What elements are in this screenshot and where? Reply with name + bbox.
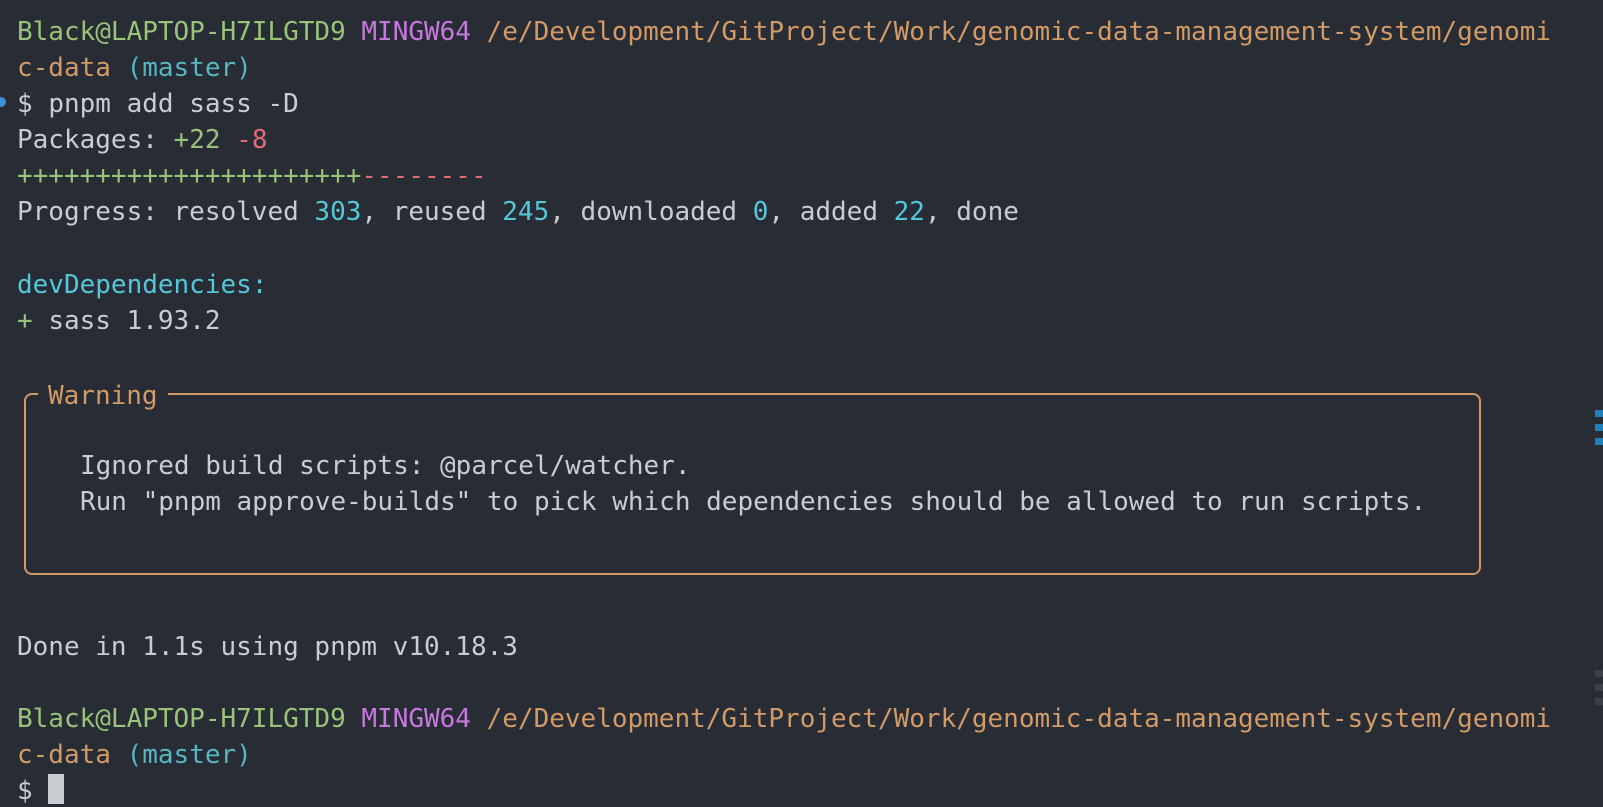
input-prompt-line[interactable]: $ xyxy=(17,773,33,807)
progress-downloaded: 0 xyxy=(752,197,769,227)
prompt-line-wrap-2: c-data (master) xyxy=(17,737,252,773)
command-line: $ pnpm add sass -D xyxy=(17,86,299,122)
dev-dependencies-header: devDependencies: xyxy=(17,270,268,300)
scroll-marker xyxy=(1595,424,1603,431)
progress-bar-line: ++++++++++++++++++++++-------- xyxy=(17,158,487,194)
prompt-path-wrap: c-data xyxy=(17,53,111,83)
prompt-user-2: Black@LAPTOP-H7ILGTD9 xyxy=(17,704,346,734)
progress-reused: 245 xyxy=(502,197,550,227)
prompt-line-2: Black@LAPTOP-H7ILGTD9 MINGW64 /e/Develop… xyxy=(17,701,1551,737)
command-status-marker[interactable] xyxy=(0,97,6,107)
progress-bar-minus: -------- xyxy=(361,161,487,191)
packages-line: Packages: +22 -8 xyxy=(17,122,267,158)
warning-line-2: Run "pnpm approve-builds" to pick which … xyxy=(80,487,1427,517)
done-line: Done in 1.1s using pnpm v10.18.3 xyxy=(17,629,518,665)
prompt-line: Black@LAPTOP-H7ILGTD9 MINGW64 /e/Develop… xyxy=(17,14,1551,50)
prompt-env-2: MINGW64 xyxy=(361,704,471,734)
progress-label: Progress: resolved xyxy=(17,197,299,227)
packages-removed: -8 xyxy=(236,125,268,155)
progress-downloaded-label: , downloaded xyxy=(549,197,738,227)
scrollbar[interactable] xyxy=(1593,0,1603,807)
text-cursor[interactable] xyxy=(48,774,64,804)
progress-resolved: 303 xyxy=(314,197,362,227)
terminal-window[interactable]: Black@LAPTOP-H7ILGTD9 MINGW64 /e/Develop… xyxy=(0,0,1603,807)
progress-reused-label: , reused xyxy=(361,197,487,227)
prompt-path-2: /e/Development/GitProject/Work/genomic-d… xyxy=(486,704,1552,734)
prompt-symbol: $ xyxy=(17,89,33,119)
done-text: Done in 1.1s using pnpm v10.18.3 xyxy=(17,632,518,662)
warning-line-1: Ignored build scripts: @parcel/watcher. xyxy=(80,451,691,481)
progress-bar-plus: ++++++++++++++++++++++ xyxy=(17,161,362,191)
scroll-marker xyxy=(1595,698,1603,705)
dev-dependencies-header-line: devDependencies: xyxy=(17,267,267,303)
packages-label: Packages: xyxy=(17,125,158,155)
scroll-marker xyxy=(1595,670,1603,677)
progress-line: Progress: resolved 303, reused 245, down… xyxy=(17,194,1019,230)
packages-added: +22 xyxy=(173,125,221,155)
prompt-branch: (master) xyxy=(126,53,252,83)
prompt-user: Black@LAPTOP-H7ILGTD9 xyxy=(17,17,346,47)
scroll-marker xyxy=(1595,684,1603,691)
prompt-path: /e/Development/GitProject/Work/genomic-d… xyxy=(486,17,1552,47)
progress-added: 22 xyxy=(893,197,925,227)
warning-title: Warning xyxy=(38,378,168,414)
prompt-line-wrap: c-data (master) xyxy=(17,50,252,86)
scroll-marker xyxy=(1595,438,1603,445)
prompt-symbol-2: $ xyxy=(17,776,33,806)
command-text: pnpm add sass -D xyxy=(48,89,299,119)
progress-done-label: , done xyxy=(924,197,1019,227)
dev-dependency-item: sass 1.93.2 xyxy=(48,306,221,336)
prompt-branch-2: (master) xyxy=(126,740,252,770)
prompt-env: MINGW64 xyxy=(361,17,471,47)
prompt-path-wrap-2: c-data xyxy=(17,740,111,770)
progress-added-label: , added xyxy=(768,197,878,227)
dev-dependency-item-line: + sass 1.93.2 xyxy=(17,303,221,339)
dev-dependency-plus: + xyxy=(17,306,33,336)
scroll-marker xyxy=(1595,410,1603,417)
